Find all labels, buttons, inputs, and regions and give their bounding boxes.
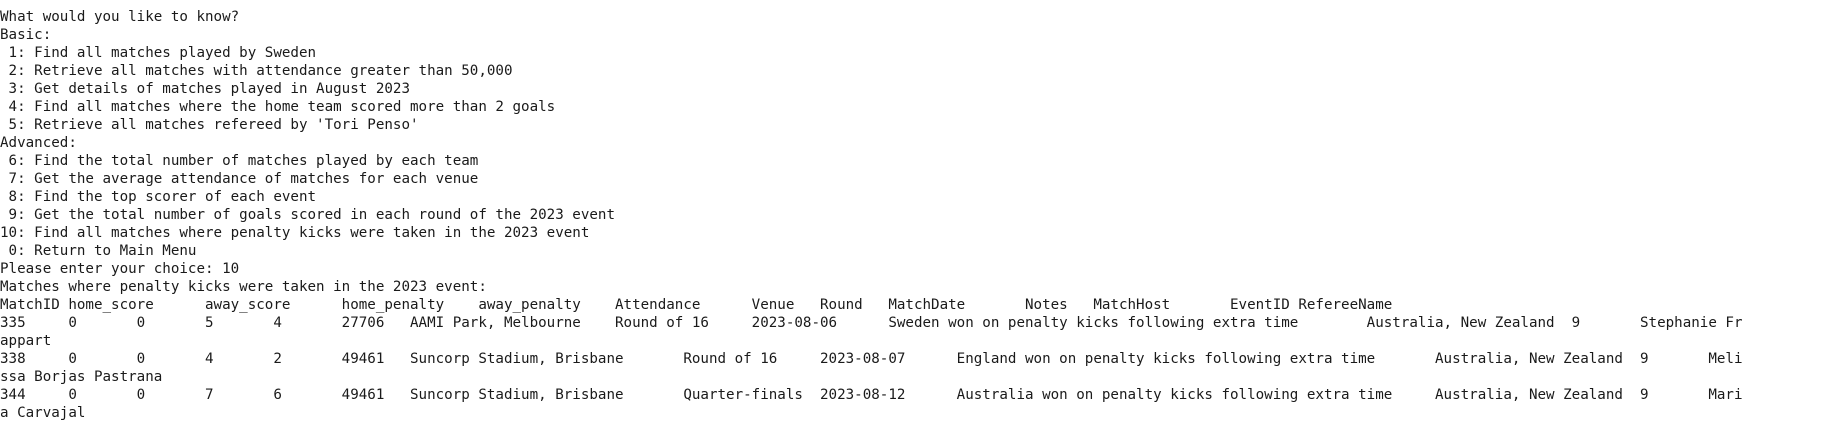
result-row: 344 0 0 7 6 49461 Suncorp Stadium, Brisb… [0, 387, 1743, 403]
menu-option-4: 4: Find all matches where the home team … [0, 99, 556, 115]
menu-option-9: 9: Get the total number of goals scored … [0, 207, 615, 223]
result-row: 335 0 0 5 4 27706 AAMI Park, Melbourne R… [0, 315, 1743, 331]
result-row-wrap: a Carvajal [0, 405, 86, 421]
result-table-header: MatchID home_score away_score home_penal… [0, 297, 1393, 313]
result-row-wrap: ssa Borjas Pastrana [0, 369, 163, 385]
section-advanced-heading: Advanced: [0, 135, 77, 151]
result-row-wrap: appart [0, 333, 52, 349]
result-heading: Matches where penalty kicks were taken i… [0, 279, 487, 295]
menu-option-2: 2: Retrieve all matches with attendance … [0, 63, 513, 79]
menu-option-0: 0: Return to Main Menu [0, 243, 197, 259]
terminal-output[interactable]: What would you like to know? Basic: 1: F… [0, 0, 1836, 433]
menu-option-7: 7: Get the average attendance of matches… [0, 171, 479, 187]
choice-input-line: Please enter your choice: 10 [0, 261, 240, 277]
menu-option-6: 6: Find the total number of matches play… [0, 153, 479, 169]
prompt-question: What would you like to know? [0, 9, 240, 25]
section-basic-heading: Basic: [0, 27, 52, 43]
menu-option-10: 10: Find all matches where penalty kicks… [0, 225, 590, 241]
menu-option-3: 3: Get details of matches played in Augu… [0, 81, 410, 97]
menu-option-5: 5: Retrieve all matches refereed by 'Tor… [0, 117, 419, 133]
menu-option-1: 1: Find all matches played by Sweden [0, 45, 317, 61]
menu-option-8: 8: Find the top scorer of each event [0, 189, 317, 205]
result-row: 338 0 0 4 2 49461 Suncorp Stadium, Brisb… [0, 351, 1743, 367]
